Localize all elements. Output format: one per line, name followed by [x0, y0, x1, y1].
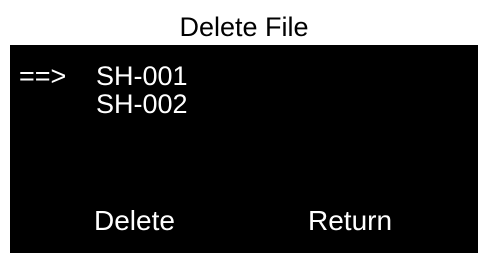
file-name: SH-002 — [96, 89, 188, 119]
lcd-screen: Delete File ==> SH-001 SH-002 Delete Ret… — [10, 10, 478, 253]
file-list-item-sh-001[interactable]: ==> SH-001 — [10, 62, 478, 90]
delete-button[interactable]: Delete — [94, 204, 175, 238]
return-button[interactable]: Return — [308, 204, 392, 238]
selection-cursor: ==> — [19, 61, 67, 91]
screen-title: Delete File — [10, 10, 478, 45]
file-list-item-sh-002[interactable]: SH-002 — [10, 90, 478, 118]
file-name: SH-001 — [96, 61, 188, 91]
